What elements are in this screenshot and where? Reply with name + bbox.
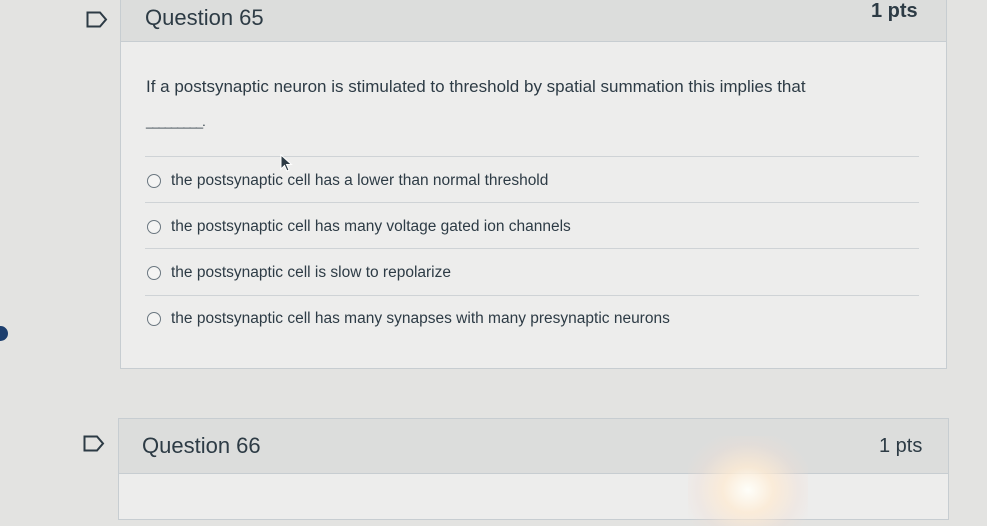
question-66-title: Question 66	[142, 433, 261, 458]
answer-label-1: the postsynaptic cell has a lower than n…	[171, 172, 549, 189]
question-65-points: 1 pts	[871, 0, 918, 22]
radio-button-icon[interactable]	[147, 174, 161, 188]
answer-label-2: the postsynaptic cell has many voltage g…	[171, 218, 571, 235]
divider	[145, 156, 919, 157]
answer-label-3: the postsynaptic cell is slow to repolar…	[171, 264, 451, 281]
flag-question-66-icon[interactable]	[83, 435, 105, 452]
answer-option-4[interactable]: the postsynaptic cell has many synapses …	[147, 307, 670, 331]
answer-option-1[interactable]: the postsynaptic cell has a lower than n…	[147, 169, 548, 193]
answer-label-4: the postsynaptic cell has many synapses …	[171, 310, 670, 327]
answer-option-2[interactable]: the postsynaptic cell has many voltage g…	[147, 215, 571, 239]
question-65-card: Question 65 1 pts If a postsynaptic neur…	[120, 0, 947, 369]
divider	[145, 295, 919, 296]
radio-button-icon[interactable]	[147, 312, 161, 326]
question-66-points: 1 pts	[879, 435, 923, 457]
question-65-title: Question 65	[145, 5, 264, 30]
divider	[145, 248, 919, 249]
question-65-blank: _________.	[146, 114, 206, 129]
question-66-card: Question 66 1 pts	[118, 418, 949, 520]
radio-button-icon[interactable]	[147, 220, 161, 234]
mouse-pointer-icon	[279, 153, 293, 177]
question-66-header: Question 66 1 pts	[119, 419, 948, 474]
flag-question-65-icon[interactable]	[86, 11, 108, 28]
radio-button-icon[interactable]	[147, 266, 161, 280]
divider	[145, 202, 919, 203]
question-65-prompt: If a postsynaptic neuron is stimulated t…	[146, 77, 806, 96]
side-indicator-dot	[0, 326, 8, 341]
answer-option-3[interactable]: the postsynaptic cell is slow to repolar…	[147, 261, 451, 285]
question-65-header: Question 65 1 pts	[121, 0, 946, 42]
